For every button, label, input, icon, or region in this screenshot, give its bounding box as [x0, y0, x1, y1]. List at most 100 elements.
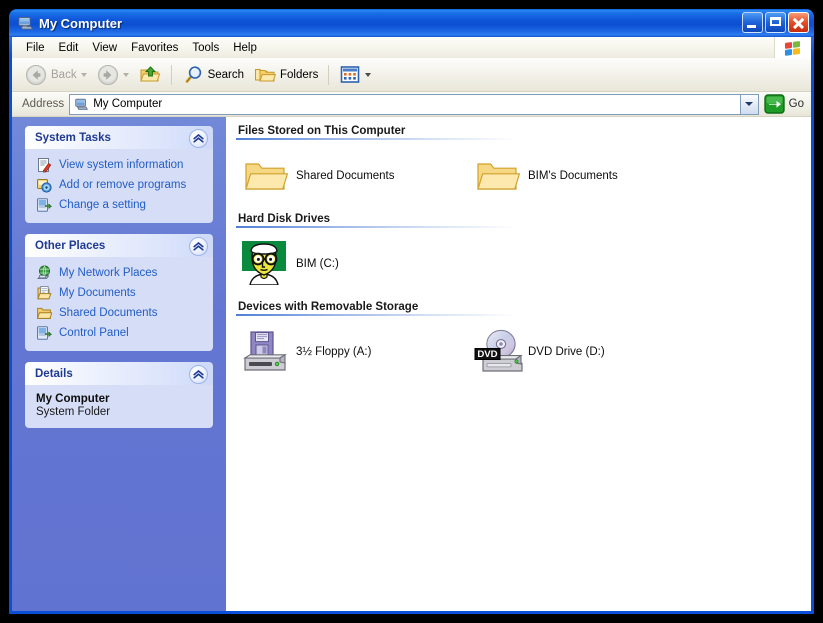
add-remove-programs-icon: [36, 177, 52, 193]
panel-header: System Tasks: [25, 126, 213, 149]
window-title: My Computer: [39, 15, 123, 31]
toolbar-separator: [170, 64, 172, 85]
panel-other-places: Other Places My Network Places My Docume…: [25, 234, 213, 351]
chevron-up-icon[interactable]: [189, 237, 208, 256]
search-button[interactable]: Search: [177, 62, 249, 88]
folders-button[interactable]: Folders: [249, 62, 323, 88]
sidebar-item-shared-documents[interactable]: Shared Documents: [25, 303, 213, 323]
section-heading: Files Stored on This Computer: [238, 125, 406, 137]
menu-view[interactable]: View: [85, 40, 124, 56]
chevron-down-icon: [745, 102, 754, 106]
panel-details: Details My Computer System Folder: [25, 362, 213, 428]
file-item-shared-documents[interactable]: Shared Documents: [236, 149, 468, 203]
panel-title: Details: [35, 367, 73, 380]
views-icon: [339, 65, 361, 85]
back-chevron-down-icon[interactable]: [80, 72, 87, 77]
sidebar-item-control-panel[interactable]: Control Panel: [25, 323, 213, 343]
folders-icon: [254, 64, 277, 86]
close-button[interactable]: [788, 12, 809, 33]
section-heading: Devices with Removable Storage: [238, 301, 419, 313]
address-input[interactable]: My Computer: [69, 93, 740, 115]
sidebar-item-label: Add or remove programs: [59, 179, 187, 191]
my-documents-icon: [36, 285, 52, 301]
go-button[interactable]: Go: [763, 94, 804, 114]
sidebar-item-my-documents[interactable]: My Documents: [25, 283, 213, 303]
sidebar-item-change-a-setting[interactable]: Change a setting: [25, 195, 213, 215]
panel-header: Other Places: [25, 234, 213, 257]
panel-body: View system information Add or remove pr…: [25, 149, 213, 223]
back-label: Back: [51, 68, 77, 81]
sidebar-item-my-network-places[interactable]: My Network Places: [25, 263, 213, 283]
section-heading: Hard Disk Drives: [238, 213, 331, 225]
file-list-area[interactable]: Files Stored on This Computer Shared Doc…: [226, 117, 811, 611]
dvd-drive-icon: DVD: [474, 329, 523, 375]
windows-flag-icon: [774, 37, 811, 58]
drive-item-label: 3½ Floppy (A:): [296, 346, 372, 358]
menu-edit[interactable]: Edit: [52, 40, 86, 56]
my-computer-icon: [17, 15, 33, 31]
task-pane: System Tasks View system information Add…: [12, 117, 226, 611]
sidebar-item-label: My Documents: [59, 287, 136, 299]
go-label: Go: [788, 98, 804, 110]
network-places-icon: [36, 265, 52, 281]
search-icon: [182, 64, 204, 86]
sidebar-item-label: Shared Documents: [59, 307, 158, 319]
client-area: File Edit View Favorites Tools Help Back…: [12, 37, 811, 611]
file-item-label: Shared Documents: [296, 170, 395, 182]
item-row: Shared Documents BIM's Documents: [236, 149, 811, 203]
forward-chevron-down-icon[interactable]: [122, 72, 129, 77]
drive-item-dvd-d[interactable]: DVD DVD Drive (D:): [468, 325, 700, 379]
sidebar-item-label: View system information: [59, 159, 184, 171]
menu-help[interactable]: Help: [226, 40, 264, 56]
menu-file[interactable]: File: [19, 40, 52, 56]
sidebar-item-add-or-remove-programs[interactable]: Add or remove programs: [25, 175, 213, 195]
toolbar-separator-2: [328, 64, 330, 85]
up-button[interactable]: [134, 62, 166, 88]
panel-title: System Tasks: [35, 131, 111, 144]
panel-body: My Network Places My Documents Shared Do…: [25, 257, 213, 351]
forward-arrow-icon: [97, 64, 119, 86]
control-panel-icon: [36, 325, 52, 341]
file-item-bims-documents[interactable]: BIM's Documents: [468, 149, 700, 203]
views-button[interactable]: [334, 62, 376, 88]
toolbar: Back Search Folders: [12, 58, 811, 92]
maximize-button[interactable]: [765, 12, 786, 33]
change-setting-icon: [36, 197, 52, 213]
address-dropdown-button[interactable]: [739, 93, 759, 115]
menu-bar: File Edit View Favorites Tools Help: [12, 37, 811, 58]
drive-item-bim-c[interactable]: BIM (C:): [236, 237, 468, 291]
sidebar-item-label: Change a setting: [59, 199, 146, 211]
shared-folder-icon: [36, 305, 52, 321]
section-divider: [236, 314, 519, 316]
menu-tools[interactable]: Tools: [185, 40, 226, 56]
minimize-button[interactable]: [742, 12, 763, 33]
go-arrow-icon: [763, 94, 785, 114]
file-item-label: BIM's Documents: [528, 170, 618, 182]
panel-system-tasks: System Tasks View system information Add…: [25, 126, 213, 223]
chevron-up-icon[interactable]: [189, 365, 208, 384]
chevron-up-icon[interactable]: [189, 129, 208, 148]
address-bar: Address My Computer Go: [12, 92, 811, 117]
drive-item-label: DVD Drive (D:): [528, 346, 605, 358]
address-label: Address: [22, 98, 65, 110]
my-computer-icon: [74, 97, 89, 111]
title-bar: My Computer: [9, 9, 814, 37]
address-value: My Computer: [93, 98, 163, 110]
search-label: Search: [207, 68, 245, 81]
drive-item-floppy-a[interactable]: 3½ Floppy (A:): [236, 325, 468, 379]
panel-title: Other Places: [35, 239, 106, 252]
sidebar-item-label: My Network Places: [59, 267, 158, 279]
shared-documents-folder-icon: [242, 153, 288, 199]
custom-face-drive-icon: [242, 241, 288, 287]
views-chevron-down-icon[interactable]: [365, 72, 372, 77]
menu-favorites[interactable]: Favorites: [124, 40, 185, 56]
sidebar-item-label: Control Panel: [59, 327, 129, 339]
section-divider: [236, 226, 519, 228]
details-name: My Computer: [36, 393, 110, 405]
window-body: System Tasks View system information Add…: [12, 117, 811, 611]
item-row: 3½ Floppy (A:) DVD DVD Drive (D:): [236, 325, 811, 379]
forward-button[interactable]: [92, 62, 134, 88]
back-button[interactable]: Back: [20, 62, 92, 88]
details-type: System Folder: [36, 406, 111, 418]
sidebar-item-view-system-information[interactable]: View system information: [25, 155, 213, 175]
